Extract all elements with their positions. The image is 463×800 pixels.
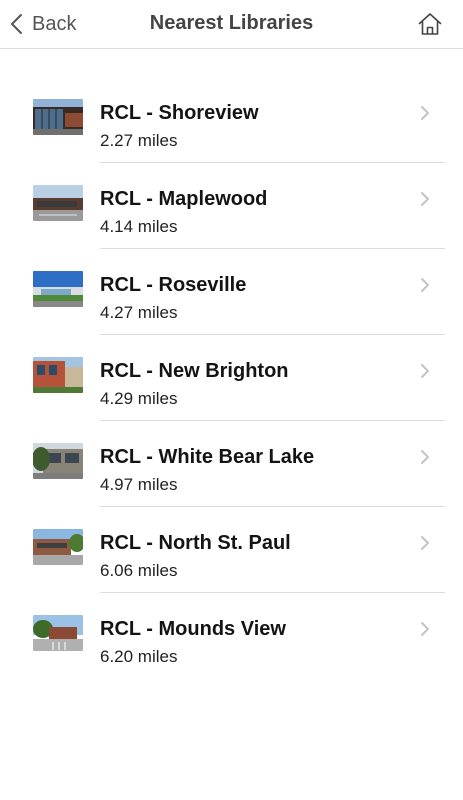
library-photo-roseville — [33, 271, 83, 307]
home-icon — [418, 13, 442, 35]
library-list-item[interactable]: RCL - New Brighton 4.29 miles — [0, 335, 463, 421]
library-distance: 2.27 miles — [100, 131, 178, 150]
library-distance: 4.14 miles — [100, 217, 178, 236]
home-button[interactable] — [417, 11, 443, 37]
library-name: RCL - North St. Paul — [100, 532, 291, 554]
library-photo-maplewood — [33, 185, 83, 221]
back-button[interactable]: Back — [8, 8, 76, 40]
library-list-item[interactable]: RCL - Roseville 4.27 miles — [0, 249, 463, 335]
library-list-item[interactable]: RCL - North St. Paul 6.06 miles — [0, 507, 463, 593]
chevron-right-icon — [420, 535, 430, 551]
library-distance: 6.20 miles — [100, 647, 178, 666]
library-list-item[interactable]: RCL - Maplewood 4.14 miles — [0, 163, 463, 249]
library-name: RCL - Roseville — [100, 274, 247, 296]
library-distance: 4.27 miles — [100, 303, 178, 322]
chevron-right-icon — [420, 449, 430, 465]
library-photo-mounds-view — [33, 615, 83, 651]
library-photo-white-bear-lake — [33, 443, 83, 479]
chevron-right-icon — [420, 363, 430, 379]
navigation-bar: Back Nearest Libraries — [0, 0, 463, 49]
chevron-right-icon — [420, 105, 430, 121]
chevron-right-icon — [420, 621, 430, 637]
library-photo-shoreview — [33, 99, 83, 135]
library-photo-north-st-paul — [33, 529, 83, 565]
library-photo-new-brighton — [33, 357, 83, 393]
library-distance: 4.97 miles — [100, 475, 178, 494]
library-name: RCL - White Bear Lake — [100, 446, 315, 468]
library-name: RCL - Maplewood — [100, 188, 268, 210]
library-name: RCL - Shoreview — [100, 102, 259, 124]
chevron-right-icon — [420, 277, 430, 293]
library-list-item[interactable]: RCL - White Bear Lake 4.97 miles — [0, 421, 463, 507]
library-name: RCL - Mounds View — [100, 618, 286, 640]
library-list: RCL - Shoreview 2.27 miles RCL - Maplewo… — [0, 77, 463, 679]
chevron-left-icon — [11, 14, 22, 34]
library-distance: 6.06 miles — [100, 561, 178, 580]
library-name: RCL - New Brighton — [100, 360, 289, 382]
back-label: Back — [32, 12, 77, 35]
nearest-libraries-screen: Back Nearest Libraries RCL - Shoreview 2… — [0, 0, 463, 800]
library-list-item[interactable]: RCL - Mounds View 6.20 miles — [0, 593, 463, 679]
chevron-right-icon — [420, 191, 430, 207]
library-list-item[interactable]: RCL - Shoreview 2.27 miles — [0, 77, 463, 163]
library-distance: 4.29 miles — [100, 389, 178, 408]
